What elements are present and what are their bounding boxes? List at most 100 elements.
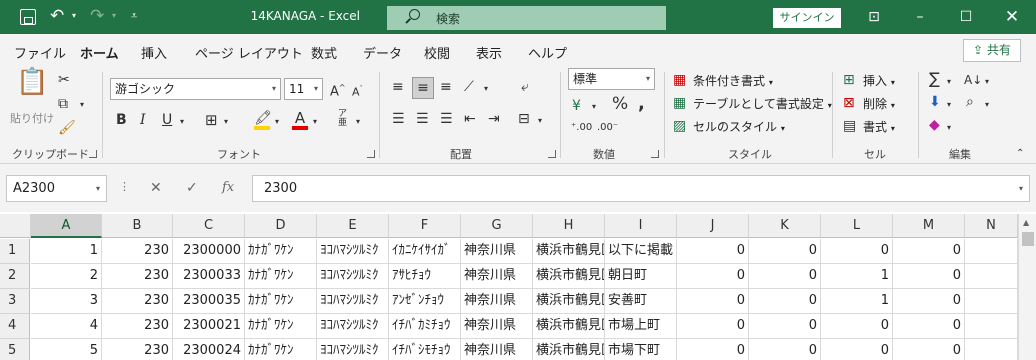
scroll-thumb[interactable]: [1022, 232, 1034, 246]
paste-label[interactable]: 貼り付け: [10, 110, 54, 126]
shrink-font-icon[interactable]: Aˇ: [352, 81, 363, 101]
column-header-a[interactable]: A: [31, 214, 102, 238]
tab-insert[interactable]: 挿入: [141, 43, 167, 62]
row-header[interactable]: 5: [0, 339, 30, 360]
cell-g1[interactable]: 神奈川県: [461, 239, 533, 264]
cell-i4[interactable]: 市場上町: [605, 314, 677, 339]
cell-j5[interactable]: 0: [677, 339, 749, 360]
autosum-dropdown-icon[interactable]: ▾: [947, 74, 951, 90]
merge-center-icon[interactable]: ⊟: [518, 111, 530, 127]
sort-filter-dropdown-icon[interactable]: ▾: [985, 74, 989, 90]
cell-n1[interactable]: [965, 239, 1018, 264]
number-launcher-icon[interactable]: [651, 150, 659, 158]
cell-d5[interactable]: ｶﾅｶﾞﾜｹﾝ: [245, 339, 317, 360]
cell-m4[interactable]: 0: [893, 314, 965, 339]
column-header-f[interactable]: F: [389, 214, 461, 238]
cell-m5[interactable]: 0: [893, 339, 965, 360]
cut-icon[interactable]: ✂: [58, 72, 70, 88]
tab-formulas[interactable]: 数式: [311, 43, 337, 62]
cell-k3[interactable]: 0: [749, 289, 821, 314]
column-header-m[interactable]: M: [893, 214, 965, 238]
underline-icon[interactable]: U: [162, 112, 172, 128]
grow-font-icon[interactable]: A^: [330, 80, 346, 100]
cell-l3[interactable]: 1: [821, 289, 893, 314]
maximize-icon[interactable]: ☐: [956, 7, 976, 27]
cell-c4[interactable]: 2300021: [173, 314, 245, 339]
cell-a2[interactable]: 2: [31, 264, 102, 289]
percent-icon[interactable]: %: [612, 96, 628, 113]
cell-k2[interactable]: 0: [749, 264, 821, 289]
decrease-indent-icon[interactable]: ⇤: [464, 111, 476, 127]
row-header[interactable]: 3: [0, 289, 30, 314]
cell-f5[interactable]: ｲﾁﾊﾞｼﾓﾁｮｳ: [389, 339, 461, 360]
tab-view[interactable]: 表示: [476, 43, 502, 62]
cell-a5[interactable]: 5: [31, 339, 102, 360]
cell-h4[interactable]: 横浜市鶴見区: [533, 314, 605, 339]
cell-m3[interactable]: 0: [893, 289, 965, 314]
insert-cells-button[interactable]: 挿入 ▾: [863, 72, 895, 89]
clear-icon[interactable]: ◆: [929, 117, 940, 133]
spreadsheet-grid[interactable]: A B C D E F G H I J K L M N 1 1 230 2300000 ｶﾅｶﾞﾜｹﾝ ﾖｺﾊﾏｼﾂﾙ…: [0, 214, 1036, 360]
tab-home[interactable]: ホーム: [80, 43, 119, 70]
cancel-icon[interactable]: ✕: [150, 180, 162, 196]
cell-k4[interactable]: 0: [749, 314, 821, 339]
fill-color-icon[interactable]: 🖍: [254, 110, 272, 130]
paste-icon[interactable]: 📋: [16, 69, 48, 95]
currency-icon[interactable]: ¥: [572, 98, 581, 114]
cell-d4[interactable]: ｶﾅｶﾞﾜｹﾝ: [245, 314, 317, 339]
cell-styles-button[interactable]: セルのスタイル ▾: [693, 118, 785, 135]
wrap-text-icon[interactable]: ⤶: [521, 79, 529, 95]
cell-h1[interactable]: 横浜市鶴見区: [533, 239, 605, 264]
cell-b4[interactable]: 230: [102, 314, 173, 339]
phonetic-dropdown-icon[interactable]: ▾: [356, 114, 360, 130]
cell-i5[interactable]: 市場下町: [605, 339, 677, 360]
cell-j3[interactable]: 0: [677, 289, 749, 314]
fill-icon[interactable]: ⬇: [929, 94, 941, 110]
column-header-i[interactable]: I: [605, 214, 677, 238]
border-dropdown-icon[interactable]: ▾: [224, 114, 228, 130]
cell-g3[interactable]: 神奈川県: [461, 289, 533, 314]
delete-cells-button[interactable]: 削除 ▾: [863, 95, 895, 112]
underline-dropdown-icon[interactable]: ▾: [180, 114, 184, 130]
align-middle-icon[interactable]: ≡: [412, 77, 434, 99]
cell-n5[interactable]: [965, 339, 1018, 360]
cell-n2[interactable]: [965, 264, 1018, 289]
cell-e5[interactable]: ﾖｺﾊﾏｼﾂﾙﾐｸ: [317, 339, 389, 360]
minimize-icon[interactable]: –: [910, 7, 930, 27]
cell-l1[interactable]: 0: [821, 239, 893, 264]
cell-c5[interactable]: 2300024: [173, 339, 245, 360]
cell-c1[interactable]: 2300000: [173, 239, 245, 264]
find-select-dropdown-icon[interactable]: ▾: [985, 97, 989, 113]
cell-c2[interactable]: 2300033: [173, 264, 245, 289]
cell-j1[interactable]: 0: [677, 239, 749, 264]
phonetic-icon[interactable]: ア亜: [338, 110, 347, 128]
cell-h3[interactable]: 横浜市鶴見区: [533, 289, 605, 314]
alignment-launcher-icon[interactable]: [548, 150, 556, 158]
format-painter-icon[interactable]: 🖌: [58, 120, 76, 136]
column-header-h[interactable]: H: [533, 214, 605, 238]
copy-icon[interactable]: ⧉: [58, 96, 68, 112]
clear-dropdown-icon[interactable]: ▾: [947, 120, 951, 136]
column-header-l[interactable]: L: [821, 214, 893, 238]
cell-k5[interactable]: 0: [749, 339, 821, 360]
cell-i1[interactable]: 以下に掲載: [605, 239, 677, 264]
column-header-g[interactable]: G: [461, 214, 533, 238]
autosum-icon[interactable]: ∑: [929, 71, 940, 87]
cell-d3[interactable]: ｶﾅｶﾞﾜｹﾝ: [245, 289, 317, 314]
align-bottom-icon[interactable]: ≡: [440, 79, 452, 95]
font-size-select[interactable]: 11 ▾: [284, 78, 323, 100]
cell-a1[interactable]: 1: [31, 239, 102, 264]
column-header-k[interactable]: K: [749, 214, 821, 238]
name-box[interactable]: A2300 ▾: [6, 175, 107, 202]
column-header-b[interactable]: B: [102, 214, 173, 238]
cell-e1[interactable]: ﾖｺﾊﾏｼﾂﾙﾐｸ: [317, 239, 389, 264]
search-box[interactable]: 検索: [387, 6, 666, 30]
signin-button[interactable]: サインイン: [773, 8, 841, 28]
copy-dropdown-icon[interactable]: ▾: [80, 97, 84, 113]
tab-file[interactable]: ファイル: [14, 43, 66, 62]
comma-style-icon[interactable]: ,: [638, 95, 645, 113]
tab-page-layout[interactable]: ページ レイアウト: [195, 43, 303, 62]
font-launcher-icon[interactable]: [367, 150, 375, 158]
cell-n3[interactable]: [965, 289, 1018, 314]
row-header[interactable]: 4: [0, 314, 30, 339]
